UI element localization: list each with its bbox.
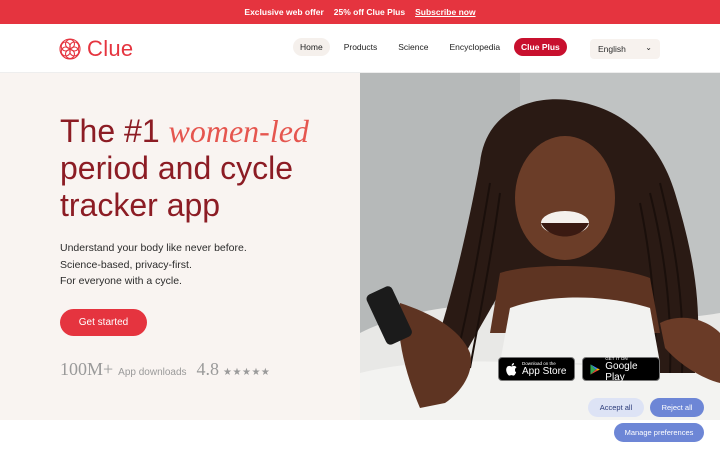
- logo-text: Clue: [87, 36, 134, 61]
- site-header: Clue Home Products Science Encyclopedia …: [0, 24, 720, 73]
- get-started-button[interactable]: Get started: [60, 309, 147, 336]
- hero-headline: The #1 women-led period and cycle tracke…: [60, 113, 350, 224]
- google-play-badge[interactable]: GET IT ON Google Play: [582, 356, 660, 383]
- manage-preferences-button[interactable]: Manage preferences: [614, 423, 704, 442]
- promo-offer-text: Exclusive web offer: [244, 7, 324, 17]
- nav-home[interactable]: Home: [293, 38, 330, 56]
- clue-flower-logo-icon: [59, 38, 81, 60]
- hero-stats: 100M+ App downloads 4.8 ★★★★★: [60, 359, 270, 380]
- app-store-badge[interactable]: Download on the App Store: [498, 357, 575, 381]
- app-store-text: Download on the App Store: [522, 361, 566, 377]
- downloads-label: App downloads: [118, 367, 187, 378]
- reject-all-button[interactable]: Reject all: [650, 398, 704, 417]
- app-store-big-text: App Store: [522, 366, 567, 377]
- desc-line: Understand your body like never before.: [60, 242, 247, 254]
- google-play-big-text: Google Play: [605, 360, 638, 383]
- nav-encyclopedia[interactable]: Encyclopedia: [442, 38, 507, 56]
- apple-icon: [506, 362, 517, 376]
- promo-discount-text: 25% off Clue Plus: [333, 7, 406, 17]
- rating-value: 4.8: [196, 359, 220, 379]
- google-play-text: GET IT ON Google Play: [605, 356, 652, 383]
- main-nav: Home Products Science Encyclopedia Clue …: [293, 38, 574, 56]
- desc-line: For everyone with a cycle.: [60, 275, 182, 287]
- downloads-value: 100M+: [60, 359, 114, 379]
- headline-prefix: The #1: [60, 113, 169, 149]
- hero-description: Understand your body like never before. …: [60, 240, 247, 290]
- google-play-icon: [590, 363, 600, 375]
- subscribe-link[interactable]: Subscribe now: [415, 7, 475, 17]
- nav-clue-plus[interactable]: Clue Plus: [514, 38, 567, 56]
- logo[interactable]: Clue: [59, 36, 133, 62]
- nav-products[interactable]: Products: [337, 38, 385, 56]
- desc-line: Science-based, privacy-first.: [60, 258, 192, 271]
- headline-line3: tracker app: [60, 187, 221, 223]
- headline-emphasis: women-led: [168, 113, 309, 149]
- headline-line2: period and cycle: [60, 150, 294, 186]
- language-value: English: [598, 44, 626, 54]
- chevron-down-icon: ⌄: [645, 43, 652, 52]
- accept-all-button[interactable]: Accept all: [588, 398, 644, 417]
- hero-section: The #1 women-led period and cycle tracke…: [0, 73, 360, 420]
- nav-science[interactable]: Science: [391, 38, 435, 56]
- promo-bar: Exclusive web offer 25% off Clue Plus Su…: [0, 0, 720, 24]
- language-select[interactable]: English ⌄: [590, 39, 660, 59]
- hero-photo: Download on the App Store GET IT ON Goog…: [360, 73, 720, 420]
- star-icon: ★★★★★: [223, 367, 271, 378]
